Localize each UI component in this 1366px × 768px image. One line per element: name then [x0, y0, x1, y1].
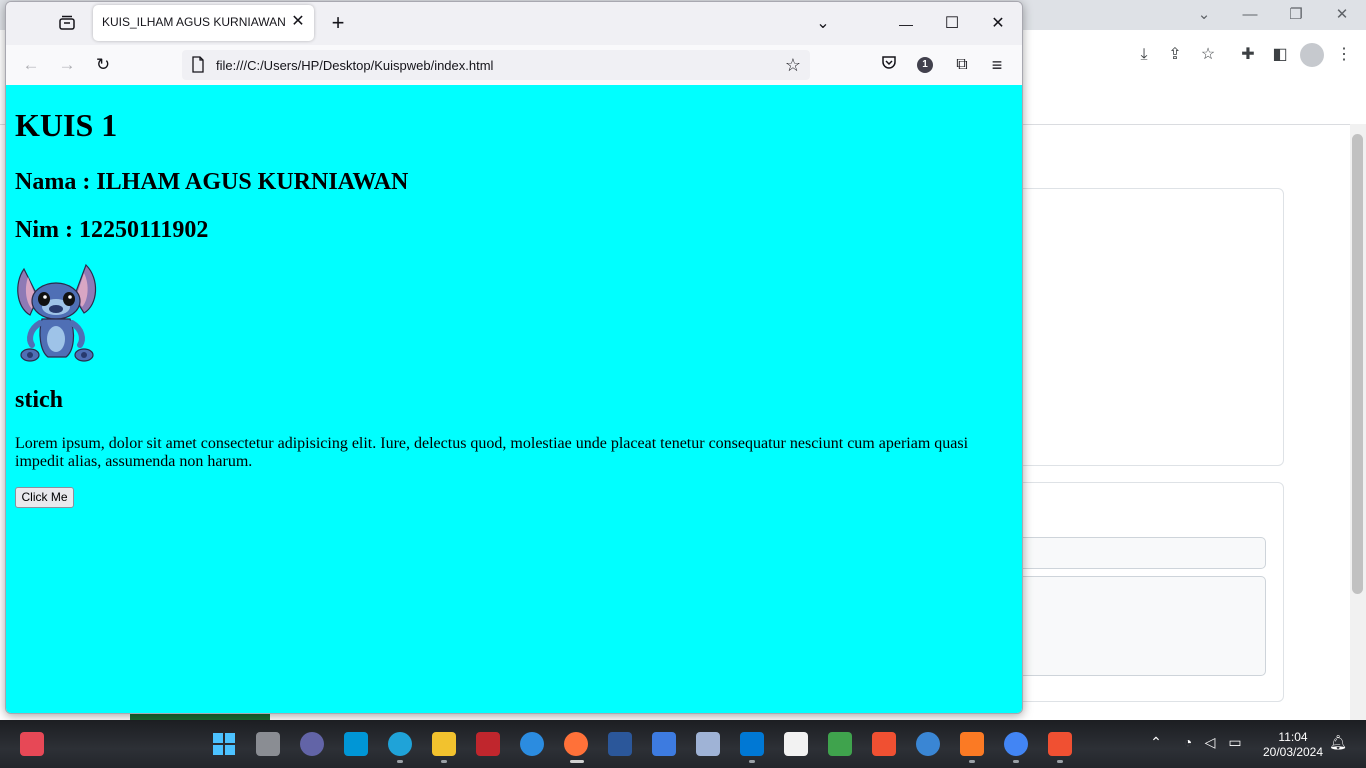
snipping-icon[interactable]: [828, 732, 852, 756]
edge-running-indicator: [397, 760, 403, 763]
background-scroll-thumb[interactable]: [1352, 134, 1363, 594]
vscode-icon[interactable]: [740, 732, 764, 756]
xampp-icon[interactable]: [960, 732, 984, 756]
stitch-image: [17, 263, 97, 362]
close-tab-icon[interactable]: ✕: [289, 13, 307, 31]
myhp-icon[interactable]: [344, 732, 368, 756]
notion-icon[interactable]: [784, 732, 808, 756]
bookmark-star-icon[interactable]: ☆: [782, 54, 804, 76]
notification-bell-icon[interactable]: 🔔︎: [1328, 734, 1348, 751]
git-icon[interactable]: [872, 732, 896, 756]
xampp-running-indicator: [969, 760, 975, 763]
close-window-button[interactable]: ✕: [986, 12, 1010, 36]
click-me-button[interactable]: Click Me: [15, 487, 74, 508]
page-heading: KUIS 1: [15, 107, 118, 143]
start-icon[interactable]: [212, 732, 236, 756]
firefox-window: KUIS_ILHAM AGUS KURNIAWAN ✕ + ⌄ — ☐ ✕ ← …: [5, 1, 1023, 714]
wifi-icon[interactable]: ◔: [1178, 734, 1198, 750]
battery-icon[interactable]: ▭: [1224, 734, 1246, 751]
chrome-running-indicator: [1013, 760, 1019, 763]
news-icon[interactable]: [652, 732, 676, 756]
background-card: [1010, 188, 1284, 466]
help-icon[interactable]: [520, 732, 544, 756]
url-text: file:///C:/Users/HP/Desktop/Kuispweb/ind…: [216, 58, 494, 73]
install-icon[interactable]: ⤓: [1132, 44, 1156, 66]
clock-time[interactable]: 11:04: [1256, 730, 1330, 744]
forward-icon[interactable]: →: [55, 53, 79, 77]
extension-badge[interactable]: 1: [917, 57, 933, 73]
page-content: KUIS 1 Nama : ILHAM AGUS KURNIAWAN Nim :…: [6, 85, 1022, 713]
bookmark-star-icon[interactable]: ☆: [1196, 44, 1220, 66]
chrome-menu-icon[interactable]: ⋮: [1332, 44, 1356, 66]
share-icon[interactable]: ⇪: [1163, 44, 1187, 66]
firefox-icon[interactable]: [564, 732, 588, 756]
page-icon: [190, 56, 206, 74]
tab-title: KUIS_ILHAM AGUS KURNIAWAN: [102, 15, 286, 29]
caption-heading: stich: [15, 387, 63, 413]
background-input[interactable]: [1018, 537, 1266, 569]
profile-avatar[interactable]: [1300, 43, 1324, 67]
widgets-icon[interactable]: [20, 732, 44, 756]
active-tab[interactable]: KUIS_ILHAM AGUS KURNIAWAN ✕: [93, 5, 314, 41]
firefox-view-icon[interactable]: [56, 12, 78, 34]
reload-icon[interactable]: ↻: [91, 53, 115, 77]
clock-date[interactable]: 20/03/2024: [1256, 745, 1330, 759]
chrome-icon[interactable]: [1004, 732, 1028, 756]
minimize-button[interactable]: —: [894, 12, 918, 36]
task-view-icon[interactable]: [256, 732, 280, 756]
file-explorer-icon[interactable]: [432, 732, 456, 756]
background-textarea[interactable]: [1018, 576, 1266, 676]
explorer-running-indicator: [441, 760, 447, 763]
new-tab-icon[interactable]: +: [326, 11, 350, 35]
edge-icon[interactable]: [388, 732, 412, 756]
navigation-toolbar: ← → ↻ file:///C:/Users/HP/Desktop/Kuispw…: [6, 45, 1022, 85]
teams-chat-icon[interactable]: [300, 732, 324, 756]
side-panel-icon[interactable]: ◧: [1268, 44, 1292, 66]
pocket-icon[interactable]: [878, 54, 900, 76]
volume-icon[interactable]: ◁: [1200, 734, 1220, 751]
vscode-running-indicator: [749, 760, 755, 763]
lorem-paragraph: Lorem ipsum, dolor sit amet consectetur …: [15, 435, 969, 470]
firefox-active-indicator: [570, 760, 584, 763]
tab-search-icon[interactable]: ⌄: [1181, 4, 1227, 26]
close-button[interactable]: ✕: [1319, 4, 1365, 26]
url-bar[interactable]: file:///C:/Users/HP/Desktop/Kuispweb/ind…: [182, 50, 810, 80]
app-menu-icon[interactable]: ≡: [986, 54, 1008, 76]
font-icon[interactable]: [916, 732, 940, 756]
extensions-icon[interactable]: ✚: [1236, 44, 1260, 66]
git-gui-icon[interactable]: [1048, 732, 1072, 756]
back-icon[interactable]: ←: [19, 53, 43, 77]
nim-heading: Nim : 12250111902: [15, 217, 209, 243]
extensions-icon[interactable]: ⧉: [951, 54, 973, 76]
minimize-button[interactable]: —: [1227, 4, 1273, 26]
list-all-tabs-button[interactable]: ⌄: [811, 12, 835, 36]
git-gui-running-indicator: [1057, 760, 1063, 763]
word-icon[interactable]: [608, 732, 632, 756]
mcafee-icon[interactable]: [476, 732, 500, 756]
name-heading: Nama : ILHAM AGUS KURNIAWAN: [15, 169, 409, 195]
show-hidden-icons-icon[interactable]: ⌃: [1146, 734, 1166, 751]
maximize-button[interactable]: ☐: [940, 12, 964, 36]
virtualbox-icon[interactable]: [696, 732, 720, 756]
restore-button[interactable]: ❐: [1273, 4, 1319, 26]
